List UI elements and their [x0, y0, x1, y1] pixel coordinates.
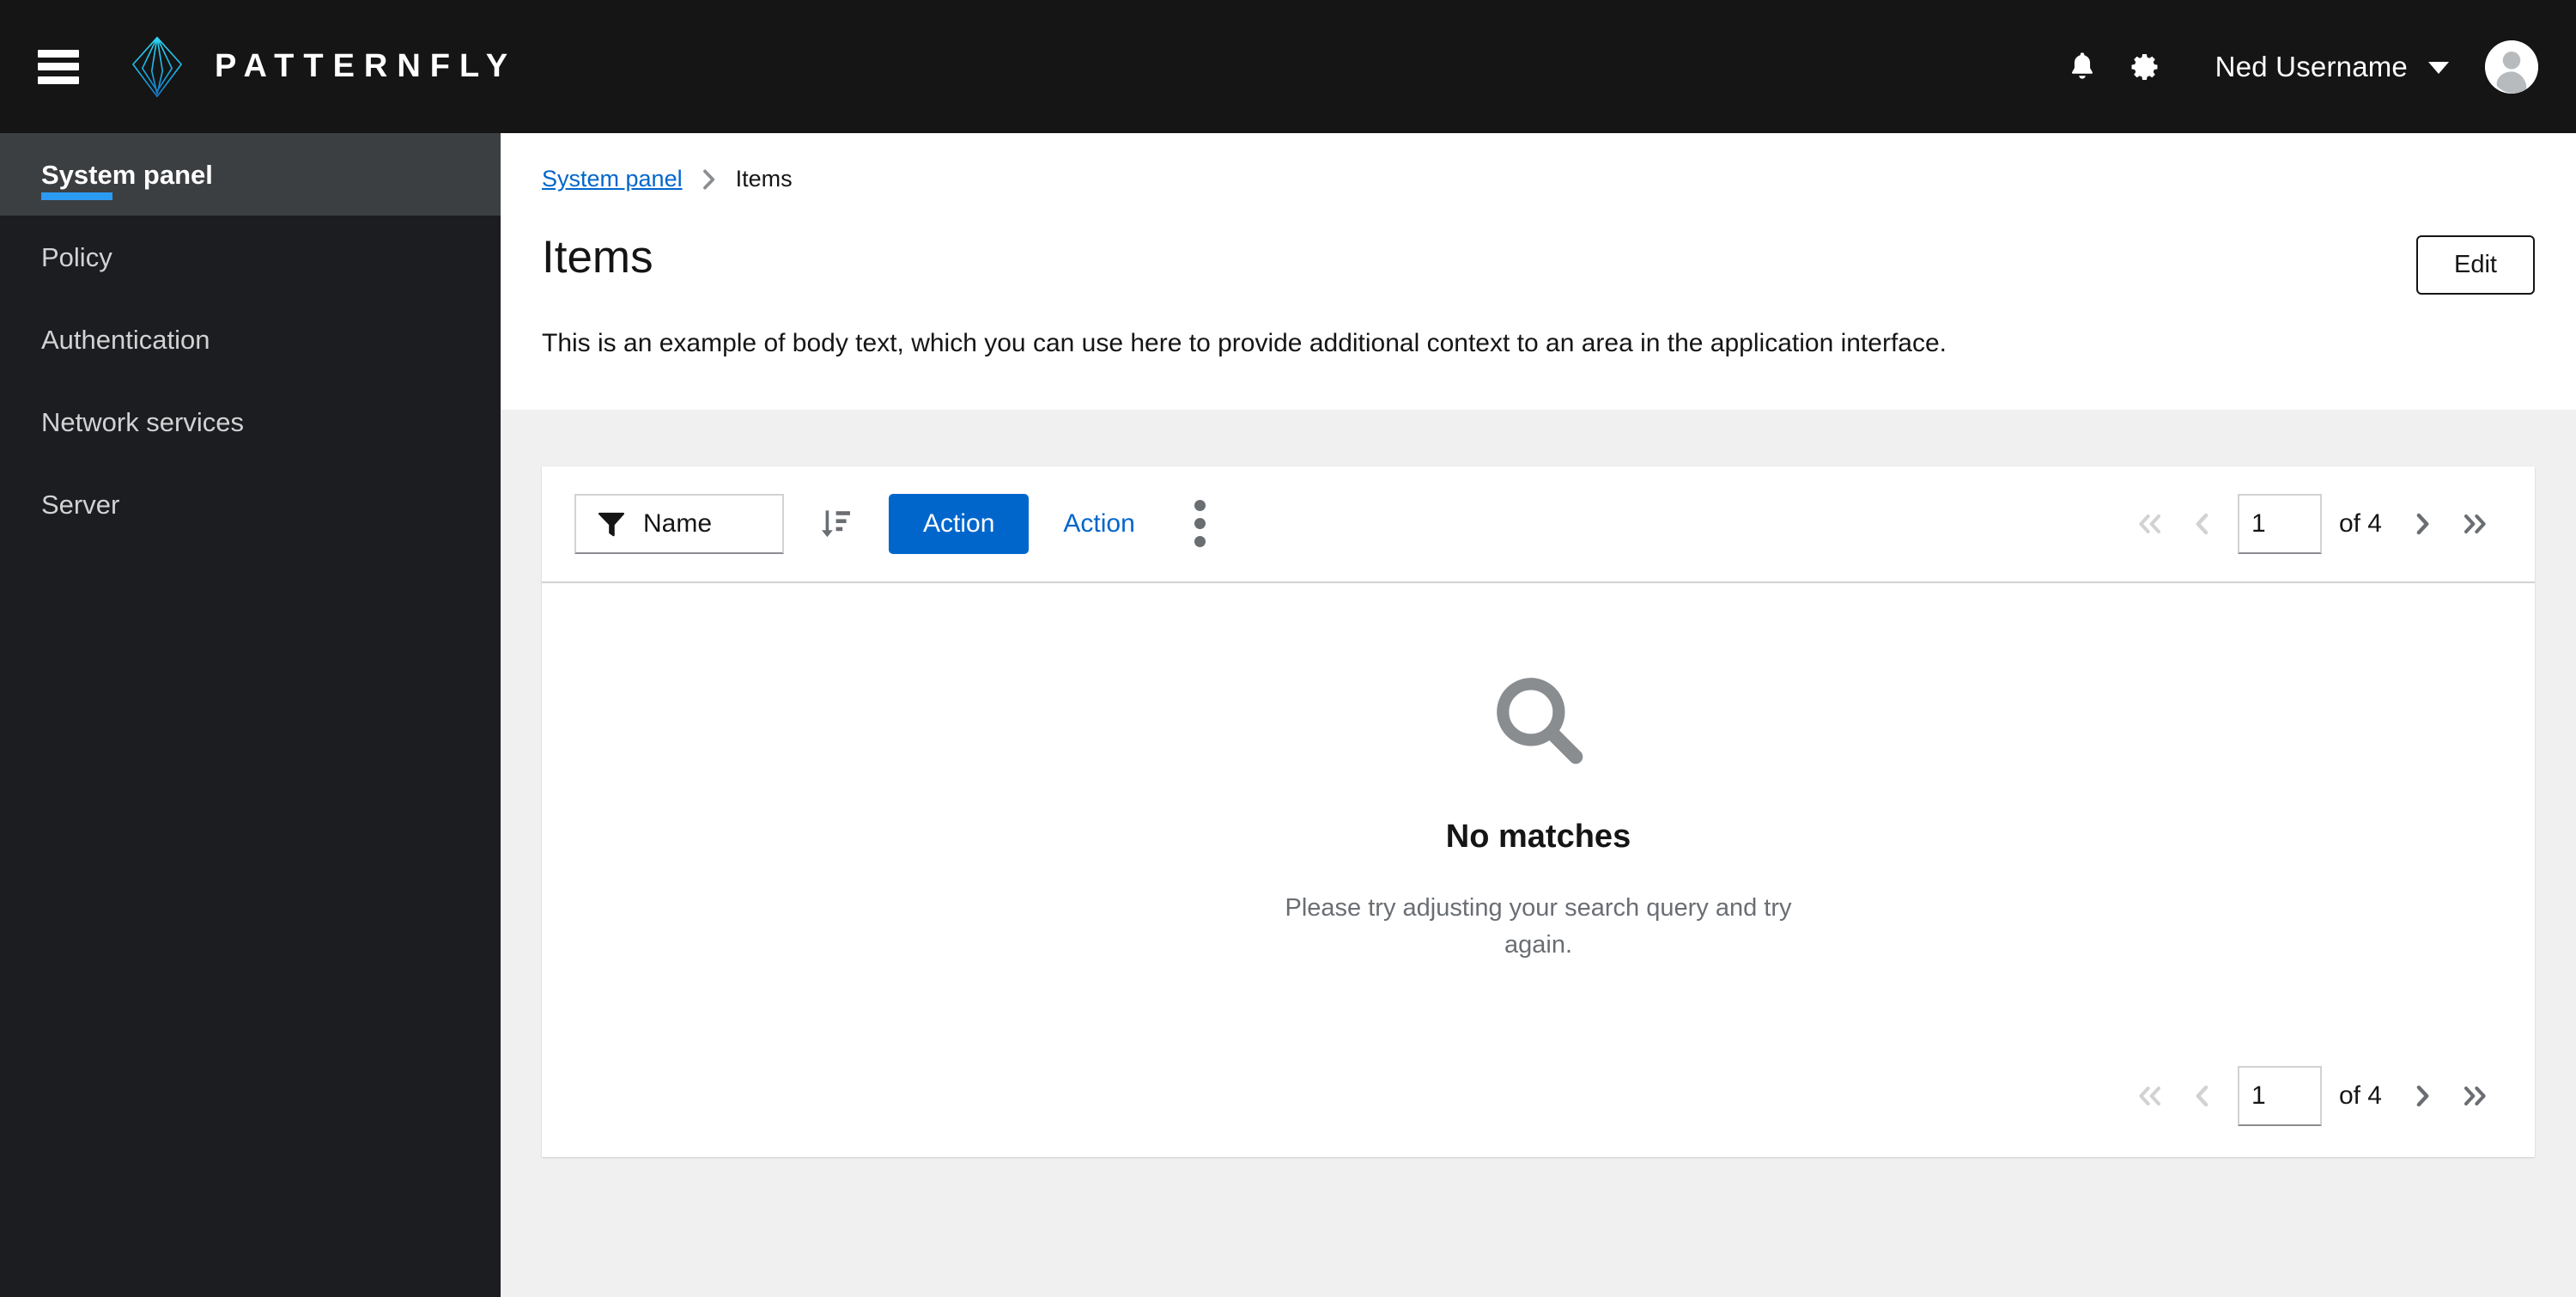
- toolbar: Name Action Action 1 of 4: [542, 466, 2535, 583]
- angle-left-icon: [2196, 513, 2208, 535]
- sidebar-item-network-services[interactable]: Network services: [0, 381, 501, 463]
- masthead-toolbar: Ned Username: [2050, 35, 2538, 99]
- chevron-down-icon: [736, 517, 760, 531]
- pagination-bottom: of 4: [542, 1047, 2535, 1157]
- empty-state: No matches Please try adjusting your sea…: [542, 583, 2535, 1047]
- action-secondary-button[interactable]: Action: [1036, 495, 1162, 553]
- chevron-down-icon: [2428, 61, 2449, 74]
- filter-icon: [598, 512, 624, 537]
- empty-state-title: No matches: [1445, 818, 1631, 855]
- breadcrumb-current: Items: [735, 166, 793, 192]
- notifications-button[interactable]: [2050, 35, 2114, 99]
- nav-toggle-icon[interactable]: [38, 49, 79, 84]
- filter-select[interactable]: Name: [574, 493, 784, 554]
- sidebar-item-system-panel[interactable]: System panel: [0, 133, 501, 216]
- angle-right-icon: [2416, 1085, 2429, 1107]
- action-primary-button[interactable]: Action: [889, 493, 1030, 554]
- pagination-top: of 4: [2123, 493, 2502, 554]
- user-avatar-icon: [2485, 40, 2538, 94]
- user-menu[interactable]: Ned Username: [2215, 51, 2449, 83]
- card-wrapper: Name Action Action 1 of 4 No matches Ple…: [501, 410, 2576, 1157]
- pagination-next-button[interactable]: [2396, 1069, 2449, 1123]
- sort-button[interactable]: [806, 495, 865, 553]
- patternfly-logo-icon: [132, 36, 182, 97]
- active-indicator: [41, 192, 112, 200]
- angle-left-icon: [2196, 1085, 2208, 1107]
- avatar[interactable]: [2485, 40, 2538, 94]
- filter-select-label: Name: [643, 508, 713, 538]
- angle-double-left-icon: [2139, 514, 2160, 533]
- hamburger-bar: [38, 49, 79, 58]
- pagination-previous-button[interactable]: [2176, 1069, 2229, 1123]
- pagination-page-input[interactable]: [2237, 1065, 2322, 1126]
- hamburger-bar: [38, 63, 79, 70]
- sidebar-item-label: Authentication: [41, 324, 210, 355]
- pagination-last-button[interactable]: [2449, 1069, 2502, 1123]
- kebab-dot: [1194, 536, 1206, 548]
- sort-amount-down-icon: [822, 510, 850, 537]
- sidebar-item-authentication[interactable]: Authentication: [0, 298, 501, 381]
- page-title: Items: [542, 232, 653, 283]
- sidebar-nav: System panel Policy Authentication Netwo…: [0, 133, 501, 1297]
- chevron-right-icon: [702, 169, 714, 189]
- kebab-dot: [1194, 500, 1206, 512]
- sidebar-item-label: Server: [41, 489, 120, 520]
- pagination-total-label: of 4: [2338, 508, 2382, 538]
- pagination-last-button[interactable]: [2449, 497, 2502, 551]
- user-name: Ned Username: [2215, 50, 2408, 82]
- gear-icon: [2131, 53, 2158, 80]
- search-icon: [1496, 677, 1583, 764]
- empty-state-body: Please try adjusting your search query a…: [1285, 893, 1792, 959]
- angle-right-icon: [2416, 513, 2429, 535]
- angle-double-right-icon: [2464, 1086, 2486, 1105]
- breadcrumb: System panel Items: [542, 166, 2535, 192]
- sidebar-item-policy[interactable]: Policy: [0, 216, 501, 298]
- pagination-first-button[interactable]: [2123, 1069, 2176, 1123]
- sidebar-item-label: System panel: [41, 159, 213, 190]
- kebab-menu-icon[interactable]: [1171, 495, 1230, 553]
- masthead: PATTERNFLY Ned Username: [0, 0, 2576, 133]
- page-header: System panel Items Items Edit This is an…: [501, 133, 2576, 410]
- pagination-page-input[interactable]: [2237, 493, 2322, 554]
- page-body-text: This is an example of body text, which y…: [542, 328, 1947, 357]
- sidebar-item-label: Policy: [41, 241, 112, 272]
- breadcrumb-link-system-panel[interactable]: System panel: [542, 166, 683, 192]
- angle-double-left-icon: [2139, 1086, 2160, 1105]
- sidebar-item-server[interactable]: Server: [0, 463, 501, 545]
- pagination-previous-button[interactable]: [2176, 497, 2229, 551]
- brand[interactable]: PATTERNFLY: [124, 33, 517, 100]
- edit-button[interactable]: Edit: [2416, 235, 2535, 295]
- page-title-row: Items Edit: [542, 234, 2535, 295]
- settings-button[interactable]: [2114, 35, 2178, 99]
- hamburger-bar: [38, 76, 79, 84]
- breadcrumb-separator-icon: [702, 169, 717, 190]
- pagination-first-button[interactable]: [2123, 497, 2176, 551]
- angle-double-right-icon: [2464, 514, 2486, 533]
- bell-icon: [2071, 52, 2093, 79]
- main-content: System panel Items Items Edit This is an…: [501, 133, 2576, 1297]
- app-root: PATTERNFLY Ned Username System panel Pol…: [0, 0, 2576, 1297]
- brand-name: PATTERNFLY: [215, 48, 518, 84]
- sidebar-item-label: Network services: [41, 406, 244, 437]
- pagination-next-button[interactable]: [2396, 497, 2449, 551]
- pagination-total-label: of 4: [2338, 1081, 2382, 1110]
- kebab-dot: [1194, 518, 1206, 530]
- items-card: Name Action Action 1 of 4 No matches Ple…: [542, 466, 2535, 1157]
